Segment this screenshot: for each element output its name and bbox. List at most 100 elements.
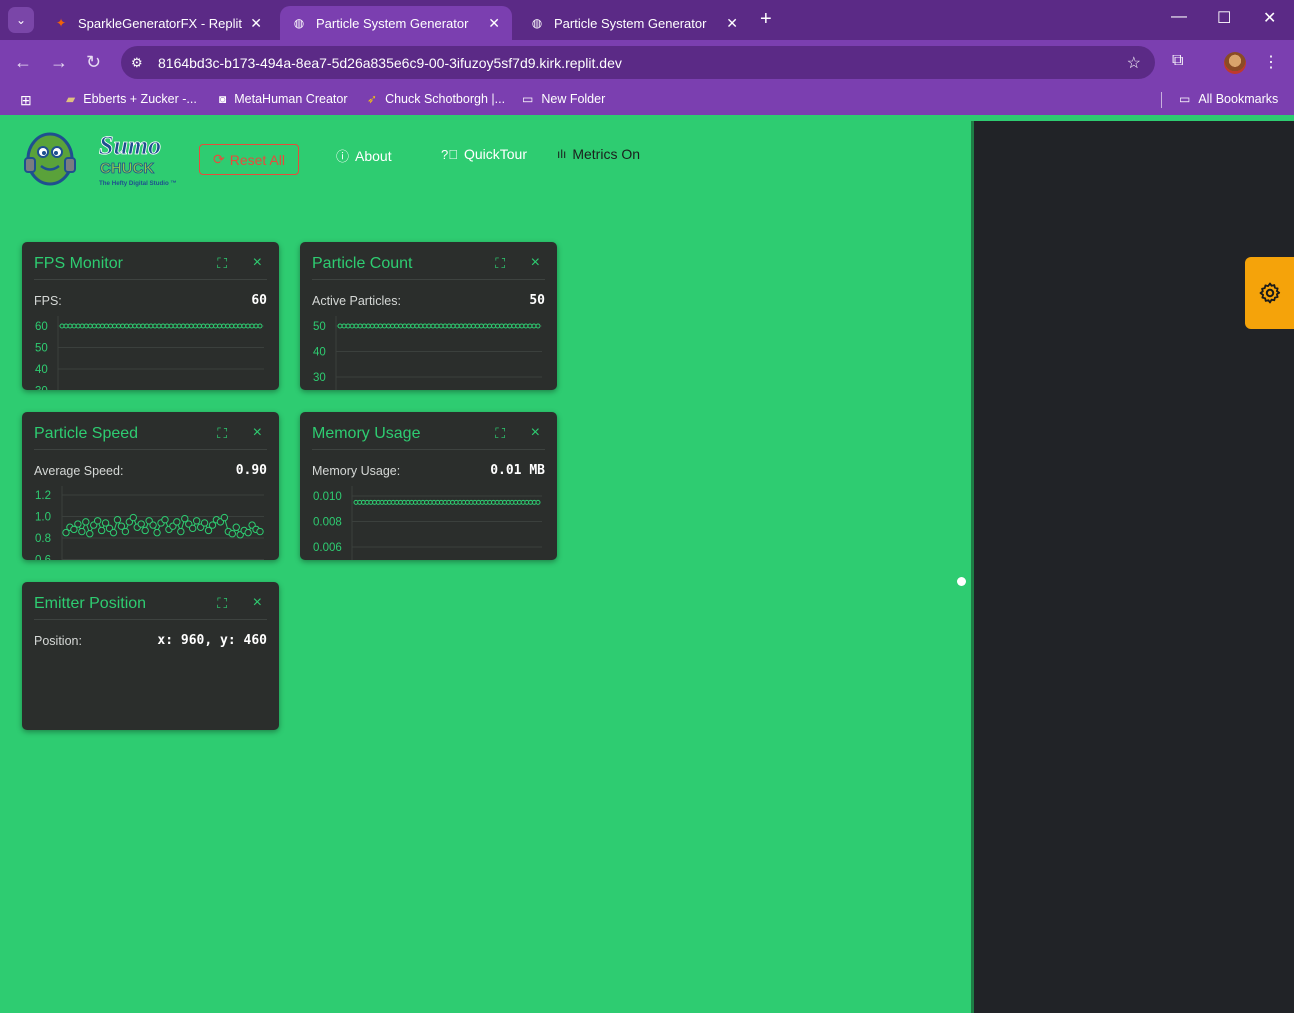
data-point <box>200 519 209 527</box>
data-point <box>164 323 170 329</box>
back-arrow-icon[interactable]: ← <box>14 52 32 73</box>
tab-particle-system-generator[interactable]: ◍ Particle System Generator ✕ <box>518 6 750 40</box>
close-icon[interactable]: ✕ <box>250 15 262 32</box>
close-icon[interactable]: × <box>531 254 540 272</box>
expand-icon[interactable]: ⛶ <box>217 255 227 272</box>
y-tick-label: 0.6 <box>35 555 51 561</box>
card-header[interactable]: Memory Usage ⛶ × <box>312 424 545 450</box>
card-header[interactable]: Particle Speed ⛶ × <box>34 424 267 450</box>
card-header[interactable]: FPS Monitor ⛶ × <box>34 254 267 280</box>
forward-arrow-icon[interactable]: → <box>50 52 68 73</box>
metrics-toggle[interactable]: ılı Metrics On <box>557 146 640 162</box>
reset-all-button[interactable]: ⟳ Reset All <box>199 144 299 175</box>
bookmark-metahuman-creator[interactable]: ◙ MetaHuman Creator <box>219 92 348 106</box>
bookmark-star-icon[interactable]: ☆ <box>1127 53 1141 73</box>
folder-icon: ▭ <box>522 92 534 106</box>
menu-icon[interactable]: ⋮ <box>1263 52 1279 72</box>
profile-avatar[interactable] <box>1224 52 1246 74</box>
card-header[interactable]: Emitter Position ⛶ × <box>34 594 267 620</box>
globe-icon: ◍ <box>293 16 305 30</box>
close-icon[interactable]: × <box>531 424 540 442</box>
metric-value: x: 960, y: 460 <box>157 633 267 648</box>
data-point <box>75 323 81 329</box>
y-tick-label: 50 <box>313 321 326 333</box>
maximize-button[interactable]: ☐ <box>1217 8 1231 28</box>
data-point <box>209 323 215 329</box>
bookmark-new-folder[interactable]: ▭ New Folder <box>522 92 605 106</box>
bookmark-ebberts-zucker[interactable]: ▰ Ebberts + Zucker -... <box>66 92 197 106</box>
logo-line2: CHUCK <box>100 160 154 177</box>
y-tick-label: 0.8 <box>35 533 51 545</box>
card-header[interactable]: Particle Count ⛶ × <box>312 254 545 280</box>
data-point <box>141 526 149 535</box>
replit-icon: ✦ <box>55 16 67 30</box>
data-point <box>95 323 101 329</box>
data-point <box>381 323 387 329</box>
window-close-button[interactable]: ✕ <box>1263 8 1276 28</box>
minimize-button[interactable]: — <box>1171 8 1187 26</box>
chevron-down-icon: ⌄ <box>15 13 27 27</box>
data-point <box>249 323 255 329</box>
address-bar[interactable]: ⚙ 8164bd3c-b173-494a-8ea7-5d26a835e6c9-0… <box>121 46 1155 79</box>
memory-usage-card[interactable]: Memory Usage ⛶ × Memory Usage: 0.01 MB 0… <box>300 412 557 560</box>
expand-icon[interactable]: ⛶ <box>217 595 227 612</box>
metric-value: 60 <box>251 293 267 308</box>
metric-label: FPS: <box>34 294 62 308</box>
expand-icon[interactable]: ⛶ <box>217 425 227 442</box>
emitter-position-card[interactable]: Emitter Position ⛶ × Position: x: 960, y… <box>22 582 279 730</box>
settings-toggle-button[interactable] <box>1245 257 1294 329</box>
logo-line1: Sumo <box>99 131 161 160</box>
help-circle-icon: ?⃝ <box>441 146 458 162</box>
close-icon[interactable]: × <box>253 254 262 272</box>
site-settings-icon[interactable]: ⚙ <box>131 55 149 71</box>
info-icon: ⓘ <box>336 149 350 164</box>
reset-all-label: Reset All <box>229 151 285 168</box>
data-point <box>507 323 513 329</box>
close-icon[interactable]: × <box>253 424 262 442</box>
data-point <box>257 323 263 329</box>
data-point <box>129 513 138 522</box>
data-point <box>124 323 130 329</box>
tab-sparkle-generator-replit[interactable]: ✦ SparkleGeneratorFX - Replit ✕ <box>42 6 274 40</box>
data-point <box>511 323 517 329</box>
data-point <box>67 323 73 329</box>
data-point <box>180 323 186 329</box>
particle-speed-card[interactable]: Particle Speed ⛶ × Average Speed: 0.90 1… <box>22 412 279 560</box>
new-tab-button[interactable]: + <box>760 9 772 29</box>
data-point <box>149 521 157 529</box>
data-point <box>120 323 126 329</box>
close-icon[interactable]: ✕ <box>726 15 738 32</box>
metric-value: 50 <box>529 293 545 308</box>
reload-icon[interactable]: ↻ <box>86 52 101 73</box>
particle-speed-chart: 1.2 1.0 0.8 0.6 <box>34 486 267 560</box>
data-point <box>474 323 480 329</box>
data-point <box>83 323 89 329</box>
apps-grid-icon[interactable]: ⊞ <box>20 92 32 109</box>
data-point <box>128 323 134 329</box>
data-point <box>192 323 198 329</box>
bookmark-label: Chuck Schotborgh |... <box>385 92 506 106</box>
bookmark-chuck-schotborgh[interactable]: ➶ Chuck Schotborgh |... <box>367 92 505 106</box>
data-point <box>535 323 541 329</box>
data-point <box>466 323 472 329</box>
tab-particle-system-generator-active[interactable]: ◍ Particle System Generator ✕ <box>280 6 512 40</box>
close-icon[interactable]: × <box>253 594 262 612</box>
tab-search-button[interactable]: ⌄ <box>8 7 34 33</box>
fps-monitor-card[interactable]: FPS Monitor ⛶ × FPS: 60 60 50 40 30 <box>22 242 279 390</box>
data-point <box>148 323 154 329</box>
data-point <box>519 323 525 329</box>
data-point <box>161 516 169 524</box>
close-icon[interactable]: ✕ <box>488 15 500 32</box>
sumo-chuck-logo[interactable]: Sumo CHUCK The Hefty Digital Studio ™ <box>17 128 187 190</box>
all-bookmarks[interactable]: ▭ All Bookmarks <box>1179 92 1278 106</box>
data-point <box>487 323 493 329</box>
expand-icon[interactable]: ⛶ <box>495 255 505 272</box>
data-point <box>410 323 416 329</box>
quicktour-link[interactable]: ?⃝ QuickTour <box>441 146 527 162</box>
expand-icon[interactable]: ⛶ <box>495 425 505 442</box>
about-link[interactable]: ⓘ About <box>336 146 392 165</box>
extensions-icon[interactable]: ⧉ <box>1172 52 1183 70</box>
card-title: Memory Usage <box>312 425 421 442</box>
particle-emitter[interactable] <box>957 577 966 586</box>
particle-count-card[interactable]: Particle Count ⛶ × Active Particles: 50 … <box>300 242 557 390</box>
